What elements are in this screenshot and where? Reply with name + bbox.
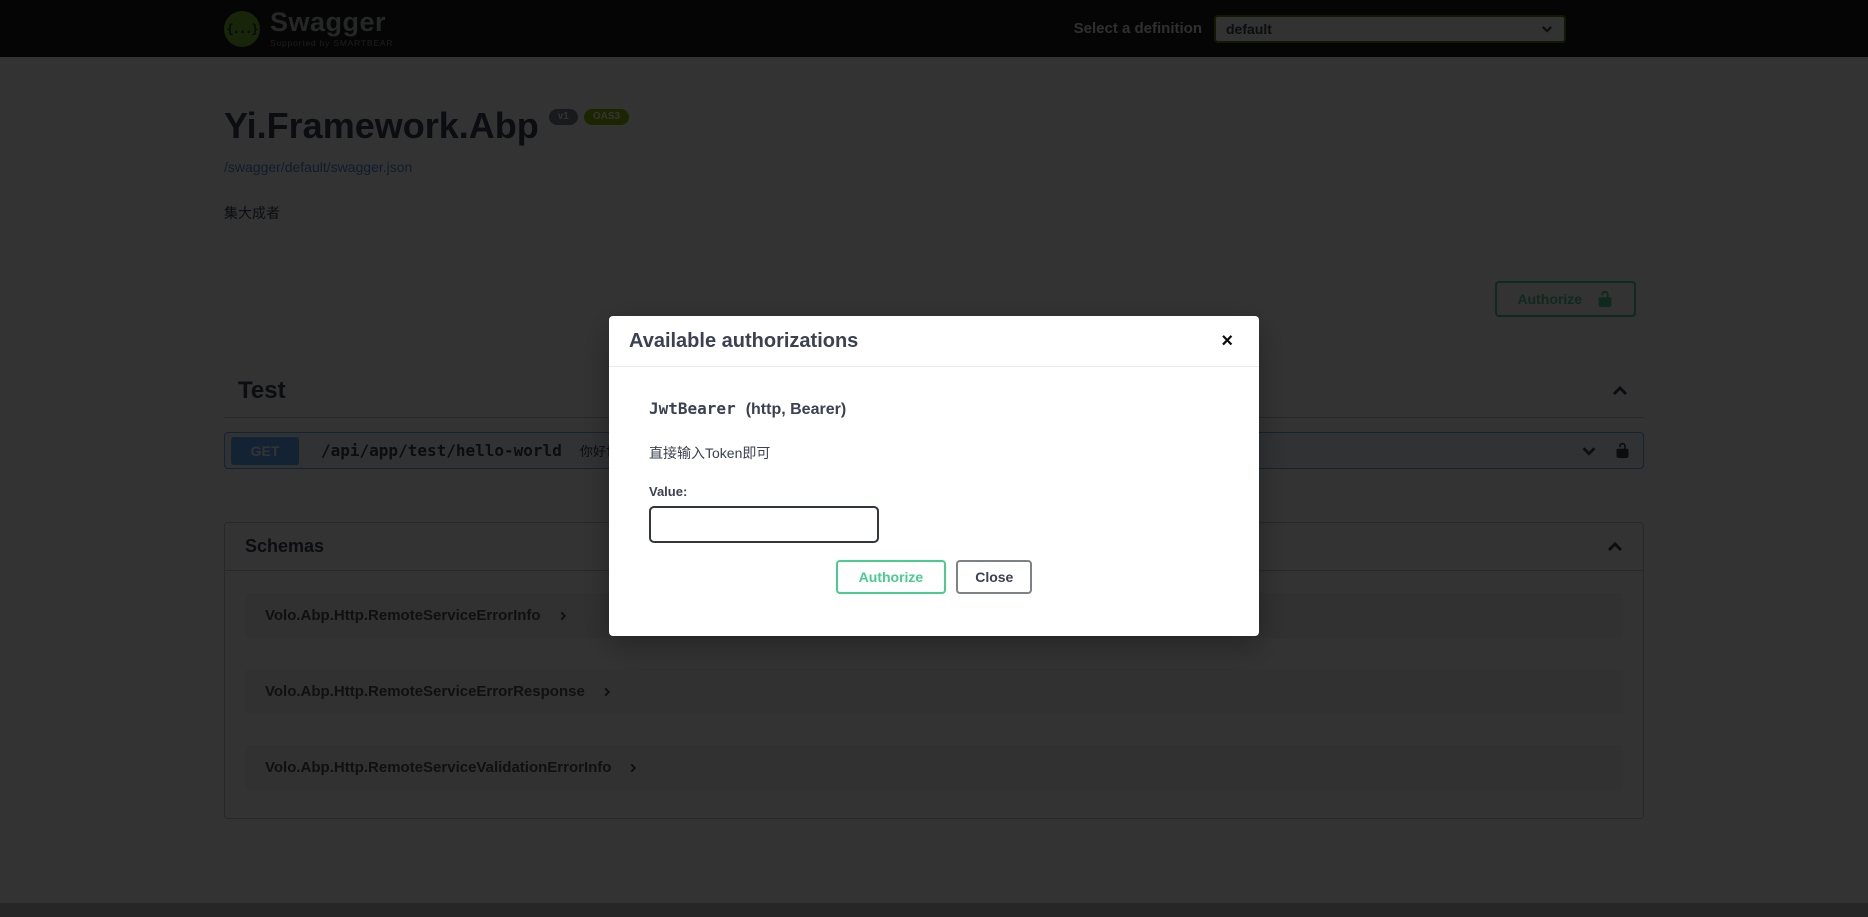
modal-title: Available authorizations <box>629 330 858 353</box>
authorizations-modal: Available authorizations × JwtBearer (ht… <box>609 316 1259 636</box>
auth-scheme-meta: (http, Bearer) <box>746 401 846 419</box>
modal-button-row: Authorize Close <box>649 560 1219 594</box>
token-value-input[interactable] <box>649 506 879 543</box>
close-icon[interactable]: × <box>1215 329 1239 353</box>
modal-body: JwtBearer (http, Bearer) 直接输入Token即可 Val… <box>609 367 1259 636</box>
modal-close-button[interactable]: Close <box>956 560 1032 594</box>
modal-header: Available authorizations × <box>609 316 1259 367</box>
modal-authorize-button[interactable]: Authorize <box>836 560 947 594</box>
value-label: Value: <box>649 484 1219 499</box>
auth-scheme-description: 直接输入Token即可 <box>649 443 1219 463</box>
auth-scheme-name: JwtBearer <box>649 399 736 418</box>
